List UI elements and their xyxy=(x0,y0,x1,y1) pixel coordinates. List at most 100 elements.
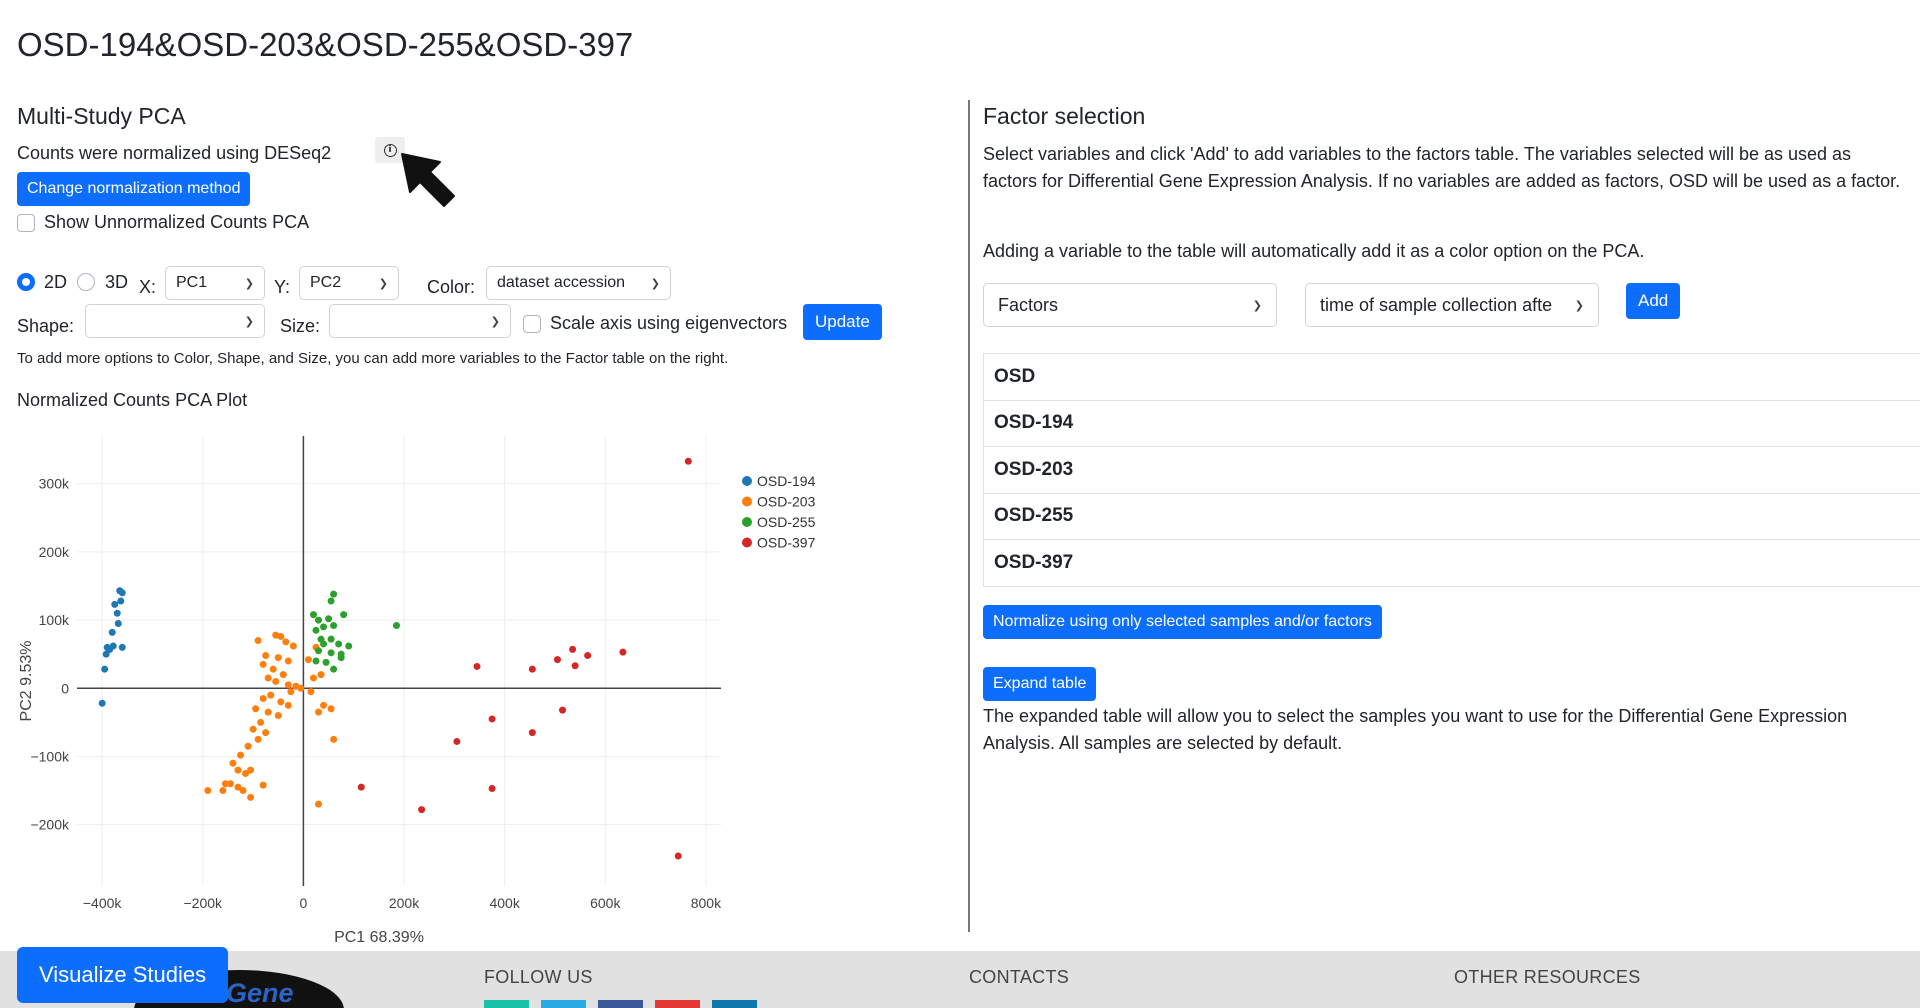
data-point-osd-397 xyxy=(528,729,536,737)
social-link-3[interactable] xyxy=(655,1000,700,1008)
data-point-osd-203 xyxy=(289,642,297,650)
table-row[interactable]: OSD-203 xyxy=(984,447,1920,494)
data-point-osd-203 xyxy=(252,705,260,713)
data-point-osd-194 xyxy=(101,665,109,673)
data-point-osd-203 xyxy=(254,637,262,645)
social-link-0[interactable] xyxy=(484,1000,529,1008)
data-point-osd-255 xyxy=(325,615,333,623)
data-point-osd-203 xyxy=(254,735,262,743)
shape-select[interactable]: ❯ xyxy=(85,304,265,338)
data-point-osd-194 xyxy=(118,589,126,597)
plot-title: Normalized Counts PCA Plot xyxy=(17,390,248,410)
x-tick-label: 800k xyxy=(691,895,722,911)
table-row[interactable]: OSD-255 xyxy=(984,494,1920,540)
chevron-down-icon: ❯ xyxy=(1252,298,1262,312)
data-point-osd-194 xyxy=(113,609,121,617)
legend-label: OSD-397 xyxy=(757,535,816,551)
social-link-1[interactable] xyxy=(541,1000,586,1008)
options-hint: To add more options to Color, Shape, and… xyxy=(17,350,729,367)
y-axis-title: PC2 9.53% xyxy=(18,641,35,722)
table-row[interactable]: OSD xyxy=(984,354,1920,401)
data-point-osd-194 xyxy=(117,597,125,605)
radio-3d-label: 3D xyxy=(105,272,129,292)
data-point-osd-255 xyxy=(320,640,328,648)
pca-scatter-chart[interactable]: −400k −200k 0 200k 400k 600k 800k 300k 200k 100k 0… xyxy=(17,418,837,948)
table-row[interactable]: OSD-397 xyxy=(984,540,1920,587)
data-point-osd-255 xyxy=(322,658,330,666)
data-point-osd-203 xyxy=(330,735,338,743)
x-axis-value: PC1 xyxy=(176,274,208,291)
radio-3d[interactable] xyxy=(77,273,95,291)
factors-select[interactable]: Factors ❯ xyxy=(983,283,1277,327)
radio-2d[interactable] xyxy=(17,273,35,291)
footer-follow-us[interactable]: FOLLOW US xyxy=(484,967,593,988)
factor-heading: Factor selection xyxy=(983,103,1146,129)
data-point-osd-203 xyxy=(237,751,245,759)
data-point-osd-397 xyxy=(473,662,481,670)
chevron-down-icon: ❯ xyxy=(244,276,254,290)
legend-label: OSD-194 xyxy=(757,473,816,489)
variable-select[interactable]: time of sample collection afte ❯ xyxy=(1305,283,1599,327)
data-point-osd-255 xyxy=(320,623,328,631)
unnormalized-checkbox[interactable] xyxy=(17,213,35,232)
chevron-down-icon: ❯ xyxy=(378,276,388,290)
data-point-osd-203 xyxy=(284,701,292,709)
data-point-osd-194 xyxy=(111,600,119,608)
size-select[interactable]: ❯ xyxy=(329,304,511,338)
legend-marker xyxy=(742,496,752,507)
x-tick-label: −400k xyxy=(83,895,123,911)
data-point-osd-397 xyxy=(357,783,365,791)
data-point-osd-203 xyxy=(297,684,305,692)
legend-label: OSD-255 xyxy=(757,514,816,530)
data-point-osd-194 xyxy=(114,620,122,627)
data-point-osd-203 xyxy=(269,665,277,673)
data-point-osd-203 xyxy=(221,780,229,788)
data-point-osd-255 xyxy=(309,611,317,619)
data-point-osd-203 xyxy=(262,652,270,660)
data-point-osd-397 xyxy=(569,645,577,653)
update-button[interactable]: Update xyxy=(803,304,882,340)
show-unnormalized-toggle[interactable]: Show Unnormalized Counts PCA xyxy=(17,212,309,233)
x-axis-title: PC1 68.39% xyxy=(334,929,424,946)
scale-axis-toggle[interactable]: Scale axis using eigenvectors xyxy=(523,313,787,334)
y-axis-value: PC2 xyxy=(310,274,342,291)
arrow-pointer-icon xyxy=(401,153,455,207)
data-point-osd-203 xyxy=(234,766,242,774)
data-point-osd-203 xyxy=(279,671,287,679)
expand-table-button[interactable]: Expand table xyxy=(983,667,1097,701)
footer-contacts[interactable]: CONTACTS xyxy=(969,967,1069,988)
social-link-4[interactable] xyxy=(712,1000,757,1008)
data-point-osd-203 xyxy=(309,674,317,682)
y-axis-select[interactable]: PC2 ❯ xyxy=(299,266,399,300)
add-button[interactable]: Add xyxy=(1626,283,1681,319)
data-point-osd-194 xyxy=(102,650,110,658)
data-point-osd-203 xyxy=(327,705,335,713)
social-link-2[interactable] xyxy=(598,1000,643,1008)
scale-axis-checkbox[interactable] xyxy=(523,314,541,333)
legend-label: OSD-203 xyxy=(757,494,816,510)
table-row[interactable]: OSD-194 xyxy=(984,401,1920,447)
shape-label: Shape: xyxy=(17,316,75,336)
y-tick-label: 0 xyxy=(61,680,69,696)
data-point-osd-397 xyxy=(453,737,461,745)
data-point-osd-397 xyxy=(559,706,567,714)
data-point-osd-203 xyxy=(304,656,312,664)
normalize-selected-button[interactable]: Normalize using only selected samples an… xyxy=(983,605,1382,639)
visualize-studies-button[interactable]: Visualize Studies xyxy=(17,947,229,1003)
x-axis-select[interactable]: PC1 ❯ xyxy=(165,266,265,300)
change-normalization-button[interactable]: Change normalization method xyxy=(17,172,251,206)
data-point-osd-255 xyxy=(345,642,353,650)
data-point-osd-194 xyxy=(109,642,117,650)
data-point-osd-203 xyxy=(242,770,250,777)
size-label: Size: xyxy=(280,316,321,336)
data-point-osd-255 xyxy=(392,622,400,630)
data-point-osd-203 xyxy=(277,698,285,706)
pca-heading: Multi-Study PCA xyxy=(17,103,186,129)
footer-other-resources[interactable]: OTHER RESOURCES xyxy=(1454,967,1641,988)
data-point-osd-203 xyxy=(284,681,292,689)
color-select[interactable]: dataset accession ❯ xyxy=(486,266,671,300)
data-point-osd-397 xyxy=(528,665,536,673)
data-point-osd-203 xyxy=(307,688,315,696)
scale-axis-label: Scale axis using eigenvectors xyxy=(550,313,788,333)
data-point-osd-203 xyxy=(259,660,267,668)
